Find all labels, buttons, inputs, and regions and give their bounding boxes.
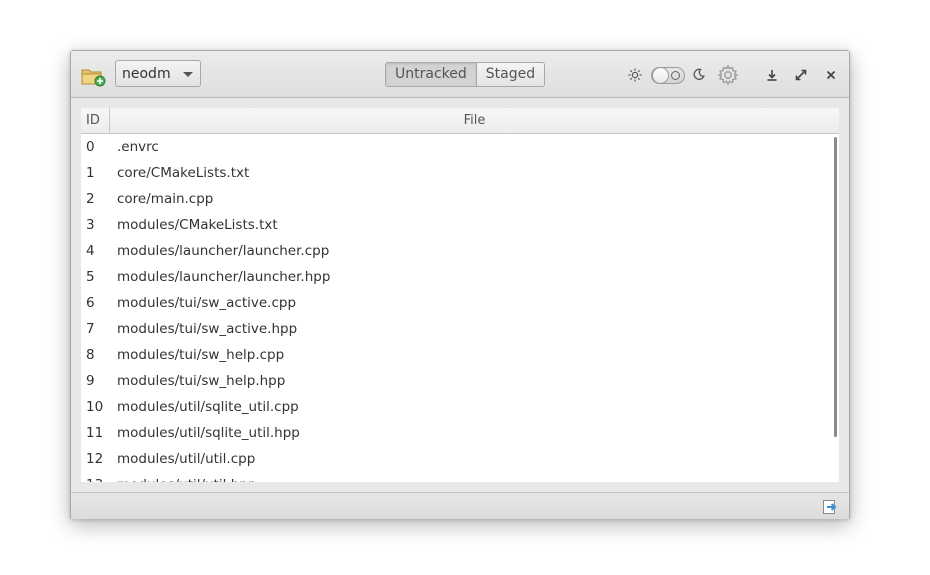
toggle-knob <box>652 67 669 84</box>
tab-untracked[interactable]: Untracked <box>386 63 476 86</box>
cell-id: 11 <box>86 425 104 441</box>
column-header-file[interactable]: File <box>110 108 839 133</box>
table-row[interactable]: 6 modules/tui/sw_active.cpp <box>81 290 839 316</box>
cell-id: 1 <box>86 165 95 181</box>
cell-id: 2 <box>86 191 95 207</box>
gear-icon[interactable] <box>717 64 739 86</box>
cell-file: modules/launcher/launcher.hpp <box>117 269 331 285</box>
folder-add-icon <box>81 69 106 87</box>
table-row[interactable]: 8 modules/tui/sw_help.cpp <box>81 342 839 368</box>
repository-dropdown[interactable]: neodm <box>115 60 201 87</box>
cell-file: core/CMakeLists.txt <box>117 165 250 181</box>
cell-file: modules/tui/sw_help.cpp <box>117 347 285 363</box>
cell-file: modules/util/util.hpp <box>117 472 256 482</box>
file-table-body: 0 .envrc 1 core/CMakeLists.txt 2 core/main.cp… <box>81 134 839 482</box>
cell-file: modules/tui/sw_active.cpp <box>117 295 297 311</box>
table-header: ID File <box>81 108 839 134</box>
table-row[interactable]: 12 modules/util/util.cpp <box>81 446 839 472</box>
moon-icon <box>693 68 705 80</box>
cell-id: 0 <box>86 139 95 155</box>
table-row[interactable]: 2 core/main.cpp <box>81 186 839 212</box>
table-row[interactable]: 13 modules/util/util.hpp <box>81 472 839 482</box>
vertical-scrollbar[interactable] <box>834 137 837 437</box>
cell-id: 4 <box>86 243 95 259</box>
cell-id: 9 <box>86 373 95 389</box>
maximize-icon[interactable] <box>794 68 808 82</box>
tab-staged[interactable]: Staged <box>475 63 545 86</box>
table-row[interactable]: 11 modules/util/sqlite_util.hpp <box>81 420 839 446</box>
cell-file: modules/tui/sw_active.hpp <box>117 321 298 337</box>
status-bar <box>71 492 849 519</box>
cell-id: 3 <box>86 217 95 233</box>
cell-id: 5 <box>86 269 95 285</box>
file-list-panel: ID File 0 .envrc 1 core/CMakeLists.txt 2 core… <box>81 108 839 482</box>
cell-id: 6 <box>86 295 95 311</box>
cell-file: modules/launcher/launcher.cpp <box>117 243 330 259</box>
download-icon[interactable] <box>765 68 779 82</box>
cell-file: modules/CMakeLists.txt <box>117 217 278 233</box>
view-tabs: Untracked Staged <box>385 62 546 87</box>
cell-id: 13 <box>86 472 103 482</box>
cell-file: modules/util/sqlite_util.cpp <box>117 399 299 415</box>
table-row[interactable]: 5 modules/launcher/launcher.hpp <box>81 264 839 290</box>
toggle-off-indicator <box>671 71 680 80</box>
repository-dropdown-value: neodm <box>122 66 171 82</box>
app-window: neodm Untracked Staged ID File 0 .envrc … <box>70 50 850 519</box>
cell-id: 10 <box>86 399 104 415</box>
cell-id: 7 <box>86 321 95 337</box>
table-row[interactable]: 0 .envrc <box>81 134 839 160</box>
chevron-down-icon <box>183 72 193 77</box>
column-header-id[interactable]: ID <box>81 108 110 133</box>
cell-file: modules/util/sqlite_util.hpp <box>117 425 300 441</box>
cell-file: modules/util/util.cpp <box>117 451 256 467</box>
cell-file: modules/tui/sw_help.hpp <box>117 373 286 389</box>
table-row[interactable]: 1 core/CMakeLists.txt <box>81 160 839 186</box>
theme-toggle[interactable] <box>651 67 685 84</box>
sun-icon <box>628 68 642 82</box>
table-row[interactable]: 10 modules/util/sqlite_util.cpp <box>81 394 839 420</box>
table-row[interactable]: 3 modules/CMakeLists.txt <box>81 212 839 238</box>
table-row[interactable]: 9 modules/tui/sw_help.hpp <box>81 368 839 394</box>
close-icon[interactable] <box>824 68 838 82</box>
cell-file: .envrc <box>117 139 159 155</box>
table-row[interactable]: 4 modules/launcher/launcher.cpp <box>81 238 839 264</box>
table-row[interactable]: 7 modules/tui/sw_active.hpp <box>81 316 839 342</box>
add-folder-button[interactable] <box>81 65 107 87</box>
cell-id: 12 <box>86 451 104 467</box>
header-bar: neodm Untracked Staged <box>71 51 849 98</box>
cell-file: core/main.cpp <box>117 191 214 207</box>
cell-id: 8 <box>86 347 95 363</box>
export-icon[interactable] <box>822 499 838 515</box>
